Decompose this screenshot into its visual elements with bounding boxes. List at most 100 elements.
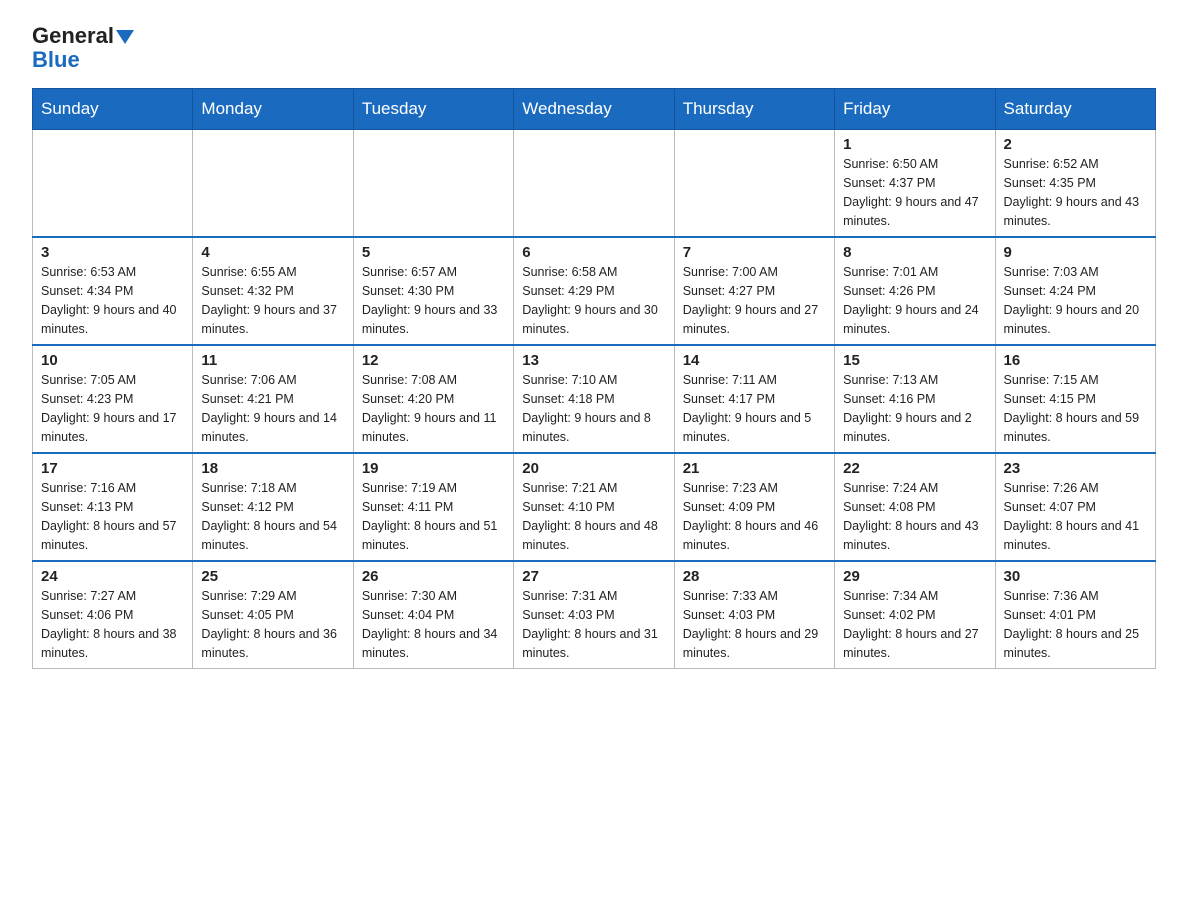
day-number: 22 [843,460,986,477]
day-number: 8 [843,244,986,261]
day-info: Sunrise: 7:03 AM Sunset: 4:24 PM Dayligh… [1004,263,1147,338]
weekday-header-row: SundayMondayTuesdayWednesdayThursdayFrid… [33,89,1156,130]
day-info: Sunrise: 7:11 AM Sunset: 4:17 PM Dayligh… [683,371,826,446]
day-number: 7 [683,244,826,261]
day-info: Sunrise: 6:55 AM Sunset: 4:32 PM Dayligh… [201,263,344,338]
day-info: Sunrise: 7:26 AM Sunset: 4:07 PM Dayligh… [1004,479,1147,554]
calendar-cell: 21Sunrise: 7:23 AM Sunset: 4:09 PM Dayli… [674,453,834,561]
calendar-cell: 30 Sunrise: 7:36 AM Sunset: 4:01 PM Dayli… [995,561,1155,669]
calendar-cell: 23Sunrise: 7:26 AM Sunset: 4:07 PM Dayli… [995,453,1155,561]
day-number: 14 [683,352,826,369]
day-info: Sunrise: 7:29 AM Sunset: 4:05 PM Dayligh… [201,587,344,662]
logo-triangle-icon [116,30,134,44]
calendar-table: SundayMondayTuesdayWednesdayThursdayFrid… [32,88,1156,669]
day-info: Sunrise: 7:13 AM Sunset: 4:16 PM Dayligh… [843,371,986,446]
calendar-cell: 5 Sunrise: 6:57 AM Sunset: 4:30 PM Daylig… [353,237,513,345]
calendar-cell: 27 Sunrise: 7:31 AM Sunset: 4:03 PM Dayli… [514,561,674,669]
day-number: 17 [41,460,184,477]
day-number: 16 [1004,352,1147,369]
weekday-header-thursday: Thursday [674,89,834,130]
weekday-header-saturday: Saturday [995,89,1155,130]
week-row-2: 3Sunrise: 6:53 AM Sunset: 4:34 PM Daylig… [33,237,1156,345]
day-number: 11 [201,352,344,369]
day-info: Sunrise: 7:27 AM Sunset: 4:06 PM Dayligh… [41,587,184,662]
day-info: Sunrise: 7:01 AM Sunset: 4:26 PM Dayligh… [843,263,986,338]
calendar-cell: 17 Sunrise: 7:16 AM Sunset: 4:13 PM Dayli… [33,453,193,561]
calendar-cell: 19Sunrise: 7:19 AM Sunset: 4:11 PM Dayli… [353,453,513,561]
calendar-cell [514,130,674,238]
weekday-header-wednesday: Wednesday [514,89,674,130]
calendar-cell: 4 Sunrise: 6:55 AM Sunset: 4:32 PM Daylig… [193,237,353,345]
logo-area: General Blue [32,24,134,72]
day-info: Sunrise: 6:50 AM Sunset: 4:37 PM Dayligh… [843,155,986,230]
day-info: Sunrise: 7:19 AM Sunset: 4:11 PM Dayligh… [362,479,505,554]
day-number: 6 [522,244,665,261]
calendar-cell: 24 Sunrise: 7:27 AM Sunset: 4:06 PM Dayli… [33,561,193,669]
day-info: Sunrise: 7:15 AM Sunset: 4:15 PM Dayligh… [1004,371,1147,446]
day-info: Sunrise: 6:58 AM Sunset: 4:29 PM Dayligh… [522,263,665,338]
calendar-cell [193,130,353,238]
day-info: Sunrise: 7:34 AM Sunset: 4:02 PM Dayligh… [843,587,986,662]
day-info: Sunrise: 7:33 AM Sunset: 4:03 PM Dayligh… [683,587,826,662]
day-info: Sunrise: 7:24 AM Sunset: 4:08 PM Dayligh… [843,479,986,554]
calendar-cell [353,130,513,238]
week-row-4: 17 Sunrise: 7:16 AM Sunset: 4:13 PM Dayli… [33,453,1156,561]
weekday-header-sunday: Sunday [33,89,193,130]
calendar-cell: 12 Sunrise: 7:08 AM Sunset: 4:20 PM Dayli… [353,345,513,453]
day-number: 30 [1004,568,1147,585]
day-number: 26 [362,568,505,585]
day-info: Sunrise: 7:21 AM Sunset: 4:10 PM Dayligh… [522,479,665,554]
calendar-cell: 9 Sunrise: 7:03 AM Sunset: 4:24 PM Daylig… [995,237,1155,345]
day-number: 27 [522,568,665,585]
day-info: Sunrise: 7:36 AM Sunset: 4:01 PM Dayligh… [1004,587,1147,662]
day-info: Sunrise: 6:57 AM Sunset: 4:30 PM Dayligh… [362,263,505,338]
day-number: 24 [41,568,184,585]
calendar-cell: 29Sunrise: 7:34 AM Sunset: 4:02 PM Dayli… [835,561,995,669]
weekday-header-friday: Friday [835,89,995,130]
calendar-cell: 10 Sunrise: 7:05 AM Sunset: 4:23 PM Dayli… [33,345,193,453]
calendar-cell: 28 Sunrise: 7:33 AM Sunset: 4:03 PM Dayli… [674,561,834,669]
day-number: 10 [41,352,184,369]
calendar-cell: 13Sunrise: 7:10 AM Sunset: 4:18 PM Dayli… [514,345,674,453]
calendar-cell: 7Sunrise: 7:00 AM Sunset: 4:27 PM Daylig… [674,237,834,345]
weekday-header-tuesday: Tuesday [353,89,513,130]
day-number: 4 [201,244,344,261]
day-info: Sunrise: 6:53 AM Sunset: 4:34 PM Dayligh… [41,263,184,338]
calendar-cell: 1 Sunrise: 6:50 AM Sunset: 4:37 PM Daylig… [835,130,995,238]
page-header: General Blue [32,24,1156,72]
calendar-cell: 3Sunrise: 6:53 AM Sunset: 4:34 PM Daylig… [33,237,193,345]
calendar-cell: 18 Sunrise: 7:18 AM Sunset: 4:12 PM Dayli… [193,453,353,561]
logo-blue-text: Blue [32,47,80,72]
day-number: 15 [843,352,986,369]
calendar-cell: 8 Sunrise: 7:01 AM Sunset: 4:26 PM Daylig… [835,237,995,345]
week-row-1: 1 Sunrise: 6:50 AM Sunset: 4:37 PM Daylig… [33,130,1156,238]
day-info: Sunrise: 7:18 AM Sunset: 4:12 PM Dayligh… [201,479,344,554]
day-number: 28 [683,568,826,585]
calendar-cell: 22 Sunrise: 7:24 AM Sunset: 4:08 PM Dayli… [835,453,995,561]
day-number: 9 [1004,244,1147,261]
day-number: 13 [522,352,665,369]
calendar-cell: 26Sunrise: 7:30 AM Sunset: 4:04 PM Dayli… [353,561,513,669]
day-info: Sunrise: 7:06 AM Sunset: 4:21 PM Dayligh… [201,371,344,446]
week-row-5: 24 Sunrise: 7:27 AM Sunset: 4:06 PM Dayli… [33,561,1156,669]
day-info: Sunrise: 7:08 AM Sunset: 4:20 PM Dayligh… [362,371,505,446]
week-row-3: 10 Sunrise: 7:05 AM Sunset: 4:23 PM Dayli… [33,345,1156,453]
day-number: 25 [201,568,344,585]
calendar-cell: 14 Sunrise: 7:11 AM Sunset: 4:17 PM Dayli… [674,345,834,453]
weekday-header-monday: Monday [193,89,353,130]
day-info: Sunrise: 7:16 AM Sunset: 4:13 PM Dayligh… [41,479,184,554]
day-info: Sunrise: 7:23 AM Sunset: 4:09 PM Dayligh… [683,479,826,554]
day-info: Sunrise: 7:31 AM Sunset: 4:03 PM Dayligh… [522,587,665,662]
calendar-cell: 6 Sunrise: 6:58 AM Sunset: 4:29 PM Daylig… [514,237,674,345]
day-number: 18 [201,460,344,477]
day-info: Sunrise: 7:05 AM Sunset: 4:23 PM Dayligh… [41,371,184,446]
day-number: 12 [362,352,505,369]
calendar-cell [674,130,834,238]
day-number: 5 [362,244,505,261]
calendar-cell: 2Sunrise: 6:52 AM Sunset: 4:35 PM Daylig… [995,130,1155,238]
calendar-cell: 16 Sunrise: 7:15 AM Sunset: 4:15 PM Dayli… [995,345,1155,453]
day-number: 20 [522,460,665,477]
day-number: 1 [843,136,986,153]
day-number: 2 [1004,136,1147,153]
calendar-cell: 25 Sunrise: 7:29 AM Sunset: 4:05 PM Dayli… [193,561,353,669]
